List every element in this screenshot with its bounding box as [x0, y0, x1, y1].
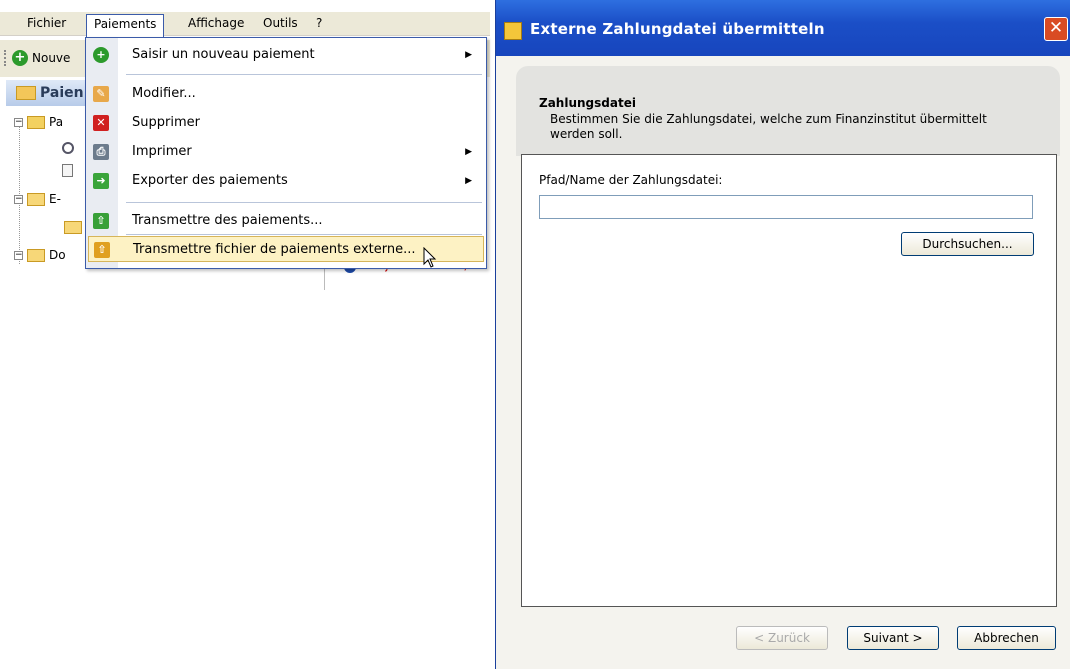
up-arrow-icon: ⇧ [93, 213, 109, 229]
menu-separator [126, 202, 482, 203]
transmit-file-icon: ⇧ [94, 242, 110, 258]
tree-item-doc[interactable] [62, 164, 73, 182]
tree-item-clock[interactable] [62, 141, 74, 159]
menu-outils[interactable]: Outils [256, 14, 305, 35]
menu-item-delete[interactable]: ✕ Supprimer [86, 110, 486, 136]
tree-label: E- [49, 192, 61, 206]
menu-fichier[interactable]: Fichier [20, 14, 73, 35]
menu-item-print[interactable]: ⎙ Imprimer ▶ [86, 139, 486, 165]
menu-item-label: Saisir un nouveau paiement [132, 47, 315, 62]
dialog-body: Zahlungsdatei Bestimmen Sie die Zahlungs… [496, 56, 1070, 669]
menu-item-label: Transmettre fichier de paiements externe… [133, 242, 416, 257]
wizard-header-description: Bestimmen Sie die Zahlungsdatei, welche … [550, 112, 987, 141]
submenu-arrow-icon: ▶ [465, 176, 472, 186]
next-button[interactable]: Suivant > [847, 626, 939, 650]
menu-item-transmit[interactable]: ⇧ Transmettre des paiements... [86, 208, 486, 234]
add-icon: + [93, 47, 109, 63]
toolbar-grip[interactable] [4, 50, 6, 66]
folder-icon [16, 86, 36, 100]
cancel-button[interactable]: Abbrechen [957, 626, 1056, 650]
path-input[interactable] [539, 195, 1033, 219]
menu-item-label: Imprimer [132, 144, 192, 159]
path-label: Pfad/Name der Zahlungsdatei: [539, 173, 723, 187]
open-folder-icon [27, 249, 45, 262]
document-icon [62, 164, 73, 177]
collapse-icon[interactable]: − [14, 251, 23, 260]
back-button[interactable]: < Zurück [736, 626, 828, 650]
dialog-titlebar[interactable]: Externe Zahlungdatei übermitteln ✕ [496, 0, 1070, 56]
menu-item-label: Transmettre des paiements... [132, 213, 323, 228]
paiements-dropdown-menu: + Saisir un nouveau paiement ▶ ✎ Modifie… [85, 37, 487, 269]
dialog-title: Externe Zahlungdatei übermitteln [530, 20, 825, 38]
menu-affichage[interactable]: Affichage [181, 14, 251, 35]
pencil-icon: ✎ [93, 86, 109, 102]
tree-label: Do [49, 248, 66, 262]
panel-header-title: Paien [40, 85, 84, 101]
delete-icon: ✕ [93, 115, 109, 131]
folder-icon [27, 116, 45, 129]
wizard-header: Zahlungsdatei Bestimmen Sie die Zahlungs… [516, 66, 1060, 156]
tree-label: Pa [49, 115, 64, 129]
menu-item-label: Supprimer [132, 115, 200, 130]
open-folder-icon [64, 221, 82, 234]
open-folder-icon [27, 193, 45, 206]
collapse-icon[interactable]: − [14, 195, 23, 204]
menu-bar: Fichier Paiements Affichage Outils ? [0, 12, 490, 38]
wizard-header-title: Zahlungsdatei [539, 96, 636, 110]
wizard-content: Pfad/Name der Zahlungsdatei: Durchsuchen… [521, 154, 1057, 607]
printer-icon: ⎙ [93, 144, 109, 160]
close-icon: ✕ [1048, 18, 1064, 38]
menu-paiements[interactable]: Paiements [86, 14, 165, 38]
menu-item-label: Modifier... [132, 86, 196, 101]
menu-help[interactable]: ? [309, 14, 329, 35]
menu-item-modify[interactable]: ✎ Modifier... [86, 81, 486, 107]
collapse-icon[interactable]: − [14, 118, 23, 127]
payments-app: Fichier Paiements Affichage Outils ? + N… [0, 0, 490, 290]
transmit-file-icon [504, 22, 522, 40]
external-file-dialog: Externe Zahlungdatei übermitteln ✕ Zahlu… [495, 0, 1070, 669]
tree-item-ebanking[interactable]: − E- [14, 190, 61, 208]
mouse-cursor-icon [423, 247, 437, 268]
menu-separator [126, 74, 482, 75]
add-icon: + [12, 50, 28, 66]
tree-item-documents[interactable]: − Do [14, 246, 66, 264]
browse-button[interactable]: Durchsuchen... [901, 232, 1034, 256]
submenu-arrow-icon: ▶ [465, 147, 472, 157]
close-button[interactable]: ✕ [1044, 17, 1068, 41]
menu-separator [126, 234, 482, 235]
tree-item-payments[interactable]: − Pa [14, 113, 63, 131]
menu-item-new-payment[interactable]: + Saisir un nouveau paiement ▶ [86, 42, 486, 68]
tree-item-sub[interactable] [64, 218, 86, 236]
clock-icon [62, 142, 74, 154]
menu-item-export[interactable]: ➜ Exporter des paiements ▶ [86, 168, 486, 194]
export-arrow-icon: ➜ [93, 173, 109, 189]
submenu-arrow-icon: ▶ [465, 50, 472, 60]
menu-item-label: Exporter des paiements [132, 173, 288, 188]
new-button-label: Nouve [32, 51, 71, 65]
new-button[interactable]: + Nouve [12, 48, 70, 68]
